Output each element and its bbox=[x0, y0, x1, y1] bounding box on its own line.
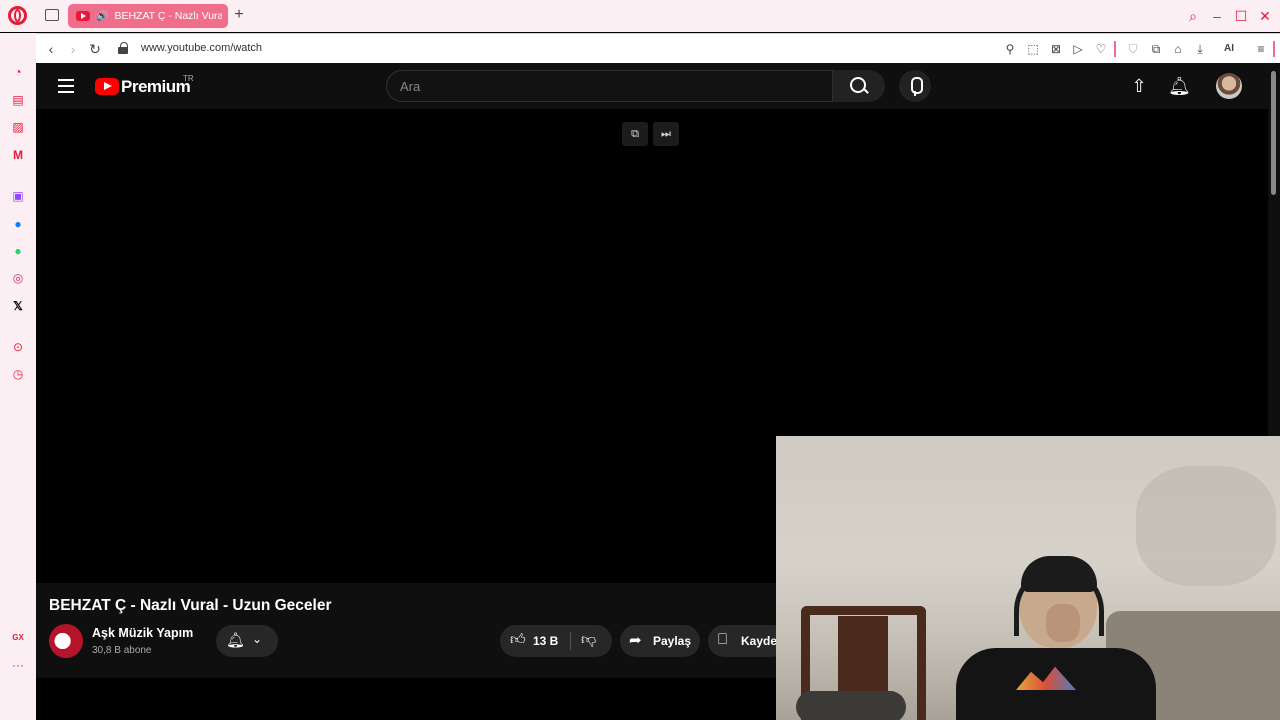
snapshot-icon[interactable]: ⬚ bbox=[1025, 41, 1041, 57]
share-icon: ➦ bbox=[629, 632, 642, 649]
avatar[interactable] bbox=[1216, 73, 1242, 99]
ad-block-icon[interactable]: ⊠ bbox=[1048, 41, 1064, 57]
country-code: TR bbox=[183, 74, 194, 83]
upload-icon[interactable]: ⇧ bbox=[1128, 75, 1150, 97]
next-track-icon[interactable]: ⏭︎ bbox=[653, 122, 679, 146]
bell-icon: 🔔︎ bbox=[226, 632, 246, 649]
search-box bbox=[386, 70, 833, 102]
active-tab[interactable]: 🔊 BEHZAT Ç - Nazlı Vural bbox=[68, 4, 228, 28]
instagram-icon[interactable]: ◎ bbox=[9, 269, 27, 287]
url-field[interactable]: www.youtube.com/watch bbox=[141, 42, 262, 54]
back-icon[interactable]: ‹ bbox=[42, 40, 60, 58]
hamburger-menu-icon[interactable] bbox=[58, 79, 74, 93]
like-dislike-group: 👍︎ 13 B 👎︎ bbox=[500, 625, 612, 657]
search-icon[interactable] bbox=[833, 70, 885, 102]
opera-logo-icon[interactable] bbox=[8, 6, 27, 25]
mail-icon[interactable]: M bbox=[9, 146, 27, 164]
youtube-favicon-icon bbox=[76, 11, 90, 21]
new-tab-button[interactable]: + bbox=[232, 6, 246, 24]
scrollbar-thumb[interactable] bbox=[1271, 71, 1276, 195]
browser-sidebar: ◔ ▤ ▨ M ▣ ● ● ◎ 𝕏 ⊙ ◷ GX ··· bbox=[0, 33, 36, 720]
news-icon[interactable]: ▤ bbox=[9, 91, 27, 109]
bookmark-save-icon: ⎕ bbox=[718, 631, 728, 648]
player-sidebar-icon[interactable]: ⊙ bbox=[9, 338, 27, 356]
subscribe-bell-button[interactable]: 🔔︎ ⌄ bbox=[216, 625, 278, 657]
forward-icon[interactable]: › bbox=[64, 40, 82, 58]
extensions-icon[interactable]: ⧉ bbox=[1148, 41, 1164, 57]
divider bbox=[570, 632, 571, 650]
chevron-down-icon: ⌄ bbox=[252, 632, 263, 646]
minimize-icon[interactable]: – bbox=[1207, 6, 1227, 26]
microphone-icon[interactable] bbox=[899, 70, 931, 102]
dislike-icon[interactable]: 👎︎ bbox=[581, 631, 596, 649]
youtube-header: Premium TR ⇧ 🔔︎ bbox=[36, 63, 1268, 109]
notifications-bell-icon[interactable]: 🔔︎ bbox=[1168, 75, 1191, 97]
popout-icon[interactable]: ⧉ bbox=[622, 122, 648, 146]
channel-name[interactable]: Aşk Müzik Yapım bbox=[92, 626, 193, 640]
ai-label: AI bbox=[1224, 43, 1234, 54]
like-count[interactable]: 13 B bbox=[533, 634, 558, 648]
like-icon[interactable]: 👍︎ bbox=[510, 631, 526, 649]
heart-icon[interactable]: ♡ bbox=[1093, 41, 1109, 57]
player-icon[interactable]: ▷ bbox=[1070, 41, 1086, 57]
twitch-icon[interactable]: ▣ bbox=[9, 187, 27, 205]
video-title: BEHZAT Ç - Nazlı Vural - Uzun Geceler bbox=[49, 597, 332, 614]
whatsapp-icon[interactable]: ● bbox=[9, 242, 27, 260]
shield-icon[interactable]: ⛉ bbox=[1125, 41, 1141, 57]
messenger-icon[interactable]: ● bbox=[9, 215, 27, 233]
history-icon[interactable]: ◷ bbox=[9, 365, 27, 383]
webcam-overlay bbox=[776, 436, 1280, 720]
youtube-brand[interactable]: Premium bbox=[121, 77, 191, 97]
menu-icon[interactable]: ≡ bbox=[1253, 41, 1269, 57]
pin-icon[interactable]: ⚲ bbox=[1002, 41, 1018, 57]
share-label: Paylaş bbox=[653, 634, 692, 648]
speed-dial-icon[interactable]: ◔ bbox=[9, 63, 27, 81]
download-icon[interactable]: ⤓ bbox=[1192, 41, 1208, 57]
search-tabs-icon[interactable]: ⌕ bbox=[1183, 6, 1203, 26]
share-button[interactable]: ➦ Paylaş bbox=[620, 625, 700, 657]
ai-button[interactable]: AI bbox=[1216, 41, 1242, 57]
gx-label[interactable]: GX bbox=[9, 629, 27, 647]
search-input[interactable] bbox=[387, 71, 807, 101]
subscriber-count: 30,8 B abone bbox=[92, 645, 152, 656]
divider bbox=[1273, 41, 1275, 57]
lock-icon[interactable] bbox=[118, 42, 128, 54]
speaker-icon[interactable]: 🔊 bbox=[96, 11, 108, 22]
tab-title: BEHZAT Ç - Nazlı Vural bbox=[114, 10, 223, 22]
x-twitter-icon[interactable]: 𝕏 bbox=[9, 297, 27, 315]
divider bbox=[1114, 41, 1116, 57]
more-icon[interactable]: ··· bbox=[9, 656, 27, 674]
browser-tabstrip: 🔊 BEHZAT Ç - Nazlı Vural + ⌕ – ☐ ✕ bbox=[0, 0, 1280, 32]
youtube-logo-icon[interactable] bbox=[95, 78, 119, 95]
address-bar: ‹ › ↻ www.youtube.com/watch ⚲ ⬚ ⊠ ▷ ♡ ⛉ … bbox=[36, 33, 1280, 63]
maximize-icon[interactable]: ☐ bbox=[1231, 6, 1251, 26]
tab-switcher-icon[interactable] bbox=[45, 9, 59, 21]
bookmark-icon[interactable]: ▨ bbox=[9, 118, 27, 136]
channel-avatar[interactable] bbox=[49, 624, 83, 658]
wallet-icon[interactable]: ⌂ bbox=[1170, 41, 1186, 57]
reload-icon[interactable]: ↻ bbox=[86, 40, 104, 58]
save-label: Kaydet bbox=[741, 634, 782, 648]
close-icon[interactable]: ✕ bbox=[1255, 6, 1275, 26]
